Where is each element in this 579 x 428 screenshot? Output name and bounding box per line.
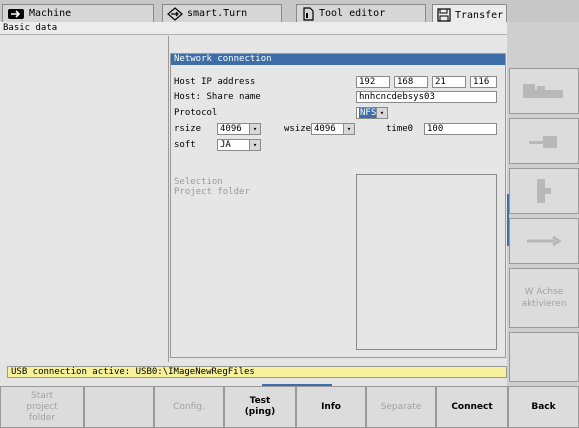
- softkey-empty[interactable]: [84, 386, 154, 428]
- tailstock-icon: [529, 136, 557, 148]
- tab-label: smart.Turn: [187, 8, 248, 19]
- tab-label: Tool editor: [319, 8, 386, 19]
- chuck-icon: [537, 179, 551, 203]
- back-button[interactable]: Back: [508, 386, 579, 428]
- floppy-icon: [437, 8, 451, 22]
- machine-tool-icon: [523, 84, 563, 98]
- host-ip-label: Host IP address: [174, 77, 256, 87]
- arrow-right-icon: [8, 8, 24, 19]
- tab-tool-editor[interactable]: Tool editor: [296, 4, 426, 22]
- vertical-softkey-6[interactable]: [509, 332, 579, 382]
- connect-button[interactable]: Connect: [436, 386, 508, 428]
- softkey-label: Start project folder: [26, 390, 58, 423]
- wsize-value: 4096: [314, 124, 336, 134]
- selection-label: Selection: [174, 177, 223, 187]
- protocol-select[interactable]: NFS ▾: [356, 107, 388, 119]
- project-folder-list[interactable]: [356, 174, 497, 350]
- start-project-folder-button[interactable]: Start project folder: [0, 386, 84, 428]
- panel-title: Network connection: [171, 54, 505, 65]
- wsize-select[interactable]: 4096 ▾: [311, 123, 355, 135]
- diamond-arrow-icon: [167, 6, 183, 21]
- ip-octet-3[interactable]: 21: [432, 76, 466, 88]
- status-bar: USB connection active: USB0:\IMageNewReg…: [7, 366, 507, 378]
- chevron-down-icon: ▾: [376, 108, 387, 118]
- tab-machine[interactable]: Machine: [2, 4, 154, 22]
- soft-value: JA: [220, 140, 231, 150]
- ip-octet-2[interactable]: 168: [394, 76, 428, 88]
- chevron-down-icon: ▾: [343, 124, 354, 134]
- ip-octet-4[interactable]: 116: [470, 76, 497, 88]
- timeo-field[interactable]: 100: [424, 123, 497, 135]
- softkey-label: Connect: [451, 401, 493, 412]
- wsize-label: wsize: [284, 124, 312, 134]
- info-button[interactable]: Info: [296, 386, 366, 428]
- rsize-label: rsize: [174, 124, 202, 134]
- share-name-field[interactable]: hnhcncdebsys03: [356, 91, 497, 103]
- vertical-softkey-3[interactable]: [509, 168, 579, 214]
- vertical-softkey-4[interactable]: [509, 218, 579, 264]
- softkey-bar: Start project folder Config. Test (ping)…: [0, 386, 579, 428]
- chevron-down-icon: ▾: [249, 140, 260, 150]
- vertical-softkey-2[interactable]: [509, 118, 579, 164]
- tab-label: Machine: [29, 8, 72, 19]
- breadcrumb: Basic data: [0, 22, 507, 35]
- left-pane: [0, 36, 169, 362]
- project-folder-label: Project folder: [174, 187, 250, 197]
- test-ping-button[interactable]: Test (ping): [224, 386, 296, 428]
- soft-select[interactable]: JA ▾: [217, 139, 261, 151]
- protocol-value: NFS: [359, 108, 378, 118]
- tab-label: Transfer: [455, 9, 504, 21]
- share-name-label: Host: Share name: [174, 92, 261, 102]
- chevron-down-icon: ▾: [249, 124, 260, 134]
- vertical-softkey-1[interactable]: [509, 68, 579, 114]
- w-axis-activate-button[interactable]: W Achse aktivieren: [509, 268, 579, 328]
- separate-button[interactable]: Separate: [366, 386, 436, 428]
- ip-octet-1[interactable]: 192: [356, 76, 390, 88]
- softkey-label: Info: [321, 401, 341, 412]
- soft-label: soft: [174, 140, 196, 150]
- softkey-label: Back: [531, 401, 556, 412]
- rsize-select[interactable]: 4096 ▾: [217, 123, 261, 135]
- config-button[interactable]: Config.: [154, 386, 224, 428]
- softkey-label: Separate: [380, 401, 422, 412]
- protocol-label: Protocol: [174, 108, 218, 118]
- timeo-label: time0: [386, 124, 414, 134]
- softkey-label: Config.: [173, 401, 205, 412]
- softkey-label: W Achse aktivieren: [521, 287, 567, 309]
- rsize-value: 4096: [220, 124, 242, 134]
- wrench-icon: [527, 235, 562, 247]
- tab-smart-turn[interactable]: smart.Turn: [162, 4, 282, 22]
- file-icon: [303, 6, 314, 21]
- softkey-label: Test (ping): [244, 396, 276, 417]
